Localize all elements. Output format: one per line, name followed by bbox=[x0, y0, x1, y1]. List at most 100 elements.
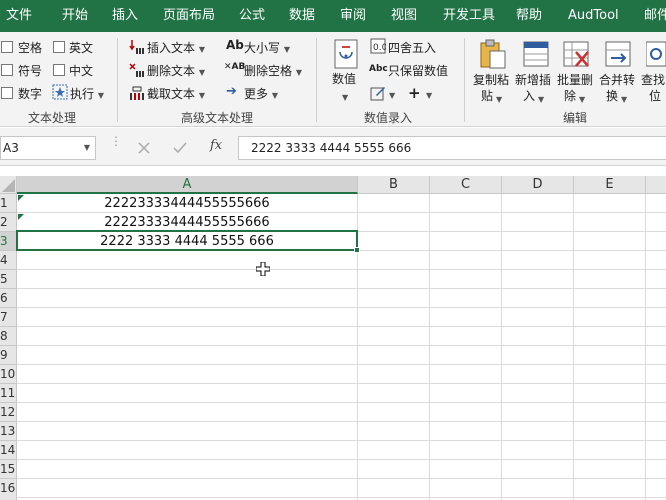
cell-a1[interactable]: 22223333444455555666 bbox=[17, 194, 357, 213]
formula-bar: A3 ▼ ⋮ fx 2222 3333 4444 5555 666 bbox=[0, 128, 666, 166]
column-header-b[interactable]: B bbox=[358, 176, 430, 194]
error-indicator-icon bbox=[18, 195, 24, 201]
extract-text-icon bbox=[130, 86, 144, 100]
merge-convert-label-2[interactable]: 换 bbox=[606, 89, 618, 104]
number-checkbox[interactable] bbox=[1, 87, 13, 99]
remove-space-icon: ✕AB bbox=[224, 62, 246, 72]
name-box-dropdown-icon[interactable]: ▼ bbox=[84, 137, 90, 159]
column-header-d[interactable]: D bbox=[502, 176, 574, 194]
find-locate-label[interactable]: 查找 bbox=[641, 73, 665, 88]
menu-view[interactable]: 视图 bbox=[391, 0, 417, 32]
menu-formulas[interactable]: 公式 bbox=[239, 0, 265, 32]
name-box-value: A3 bbox=[3, 141, 19, 155]
select-all-corner[interactable] bbox=[0, 176, 17, 194]
fill-handle[interactable] bbox=[354, 247, 360, 253]
more-button[interactable]: 更多 ▼ bbox=[244, 85, 278, 102]
row-header-7[interactable]: 7 bbox=[0, 308, 17, 327]
number-button[interactable]: 数值 bbox=[332, 72, 356, 87]
plus-caret-icon[interactable]: ▼ bbox=[426, 87, 432, 101]
row-header-3[interactable]: 3 bbox=[0, 232, 17, 251]
batch-delete-caret-icon[interactable]: ▼ bbox=[579, 91, 585, 105]
column-header-a[interactable]: A bbox=[17, 176, 358, 194]
remove-space-button[interactable]: 删除空格 ▼ bbox=[244, 62, 302, 79]
grid-line bbox=[645, 194, 646, 500]
grid-line bbox=[17, 402, 666, 403]
enter-icon[interactable] bbox=[173, 142, 187, 154]
batch-delete-label-2[interactable]: 除 bbox=[564, 89, 576, 104]
merge-convert-caret-icon[interactable]: ▼ bbox=[621, 91, 627, 105]
menu-developer[interactable]: 开发工具 bbox=[443, 0, 495, 32]
cancel-icon[interactable] bbox=[138, 142, 150, 154]
case-caret-icon: ▼ bbox=[283, 45, 290, 54]
row-header-6[interactable]: 6 bbox=[0, 289, 17, 308]
grid-line bbox=[573, 194, 574, 500]
menu-help[interactable]: 帮助 bbox=[516, 0, 542, 32]
copy-paste-icon bbox=[480, 39, 506, 69]
copy-paste-caret-icon[interactable]: ▼ bbox=[496, 91, 502, 105]
svg-text:0.0: 0.0 bbox=[373, 43, 386, 53]
copy-paste-label-2[interactable]: 贴 bbox=[481, 89, 493, 104]
number-caret-icon[interactable]: ▼ bbox=[342, 89, 348, 103]
space-label: 空格 bbox=[18, 41, 43, 55]
keep-value-button[interactable]: 只保留数值 bbox=[388, 62, 448, 79]
space-checkbox[interactable] bbox=[1, 41, 13, 53]
execute-button[interactable]: 执行 ▼ bbox=[70, 85, 104, 102]
row-header-14[interactable]: 14 bbox=[0, 441, 17, 460]
formula-bar-grip-icon[interactable]: ⋮ bbox=[110, 135, 122, 158]
menu-mail[interactable]: 邮件 bbox=[644, 0, 666, 32]
column-header-c[interactable]: C bbox=[430, 176, 502, 194]
extract-text-button[interactable]: 截取文本 ▼ bbox=[147, 85, 205, 102]
find-locate-label-2[interactable]: 位 bbox=[649, 89, 661, 104]
menu-page-layout[interactable]: 页面布局 bbox=[163, 0, 215, 32]
row-header-13[interactable]: 13 bbox=[0, 422, 17, 441]
round-icon: 0.0 bbox=[370, 38, 386, 54]
group-label-edit: 编辑 bbox=[563, 111, 588, 125]
column-header-e[interactable]: E bbox=[574, 176, 646, 194]
grid-line bbox=[17, 307, 666, 308]
edit-icon[interactable] bbox=[370, 85, 386, 101]
row-header-9[interactable]: 9 bbox=[0, 346, 17, 365]
insert-new-icon bbox=[523, 41, 549, 67]
round-button[interactable]: 四舍五入 bbox=[388, 39, 436, 56]
more-label: 更多 bbox=[244, 87, 269, 101]
insert-text-button[interactable]: 插入文本 ▼ bbox=[147, 39, 205, 56]
column-header-f[interactable] bbox=[646, 176, 666, 194]
row-header-11[interactable]: 11 bbox=[0, 384, 17, 403]
menu-home[interactable]: 开始 bbox=[62, 0, 88, 32]
execute-icon[interactable] bbox=[52, 84, 68, 100]
insert-new-caret-icon[interactable]: ▼ bbox=[538, 91, 544, 105]
edit-caret-icon[interactable]: ▼ bbox=[389, 87, 395, 101]
menu-review[interactable]: 审阅 bbox=[340, 0, 366, 32]
menu-file[interactable]: 文件 bbox=[6, 0, 32, 32]
insert-function-icon[interactable]: fx bbox=[210, 138, 222, 153]
row-header-12[interactable]: 12 bbox=[0, 403, 17, 422]
merge-convert-label[interactable]: 合并转 bbox=[599, 73, 635, 88]
plus-icon[interactable]: + bbox=[408, 84, 421, 102]
formula-input[interactable]: 2222 3333 4444 5555 666 bbox=[238, 136, 666, 160]
row-header-8[interactable]: 8 bbox=[0, 327, 17, 346]
menu-insert[interactable]: 插入 bbox=[112, 0, 138, 32]
batch-delete-icon bbox=[563, 41, 589, 67]
menu-audtool[interactable]: AudTool bbox=[568, 0, 619, 32]
insert-new-label[interactable]: 新增插 bbox=[515, 73, 551, 88]
name-box[interactable]: A3 ▼ bbox=[0, 136, 96, 160]
row-header-16[interactable]: 16 bbox=[0, 479, 17, 500]
delete-text-label: 删除文本 bbox=[147, 64, 196, 78]
batch-delete-label[interactable]: 批量删 bbox=[557, 73, 593, 88]
row-header-15[interactable]: 15 bbox=[0, 460, 17, 479]
copy-paste-label[interactable]: 复制粘 bbox=[473, 73, 509, 88]
chinese-checkbox[interactable] bbox=[53, 64, 65, 76]
keep-value-icon: Abc bbox=[369, 64, 388, 74]
symbol-checkbox[interactable] bbox=[1, 64, 13, 76]
insert-new-label-2[interactable]: 入 bbox=[523, 89, 535, 104]
menu-data[interactable]: 数据 bbox=[289, 0, 315, 32]
case-icon: Ab bbox=[226, 38, 244, 52]
delete-text-button[interactable]: 删除文本 ▼ bbox=[147, 62, 205, 79]
row-header-1[interactable]: 1 bbox=[0, 194, 17, 213]
row-header-10[interactable]: 10 bbox=[0, 365, 17, 384]
english-checkbox[interactable] bbox=[53, 41, 65, 53]
case-button[interactable]: 大小写 ▼ bbox=[244, 39, 290, 56]
row-header-4[interactable]: 4 bbox=[0, 251, 17, 270]
row-header-2[interactable]: 2 bbox=[0, 213, 17, 232]
row-header-5[interactable]: 5 bbox=[0, 270, 17, 289]
